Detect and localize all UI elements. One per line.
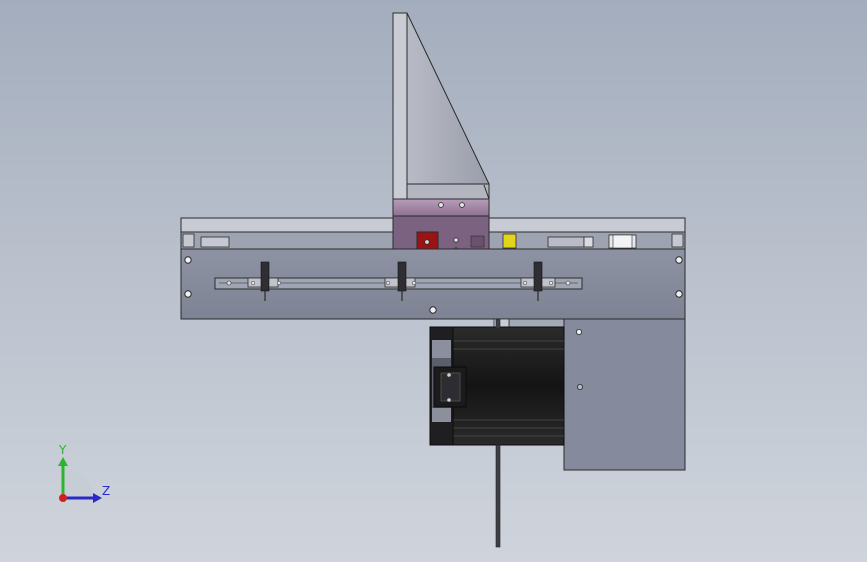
z-axis-label: Z <box>102 484 110 498</box>
triad-plane-icon <box>63 468 93 498</box>
mount-hole <box>429 306 437 314</box>
cad-viewport[interactable]: Y Z <box>0 0 867 562</box>
mount-hole <box>184 256 192 264</box>
slider-carriage[interactable] <box>392 198 490 256</box>
x-axis-dot-icon <box>59 494 67 502</box>
motor-bracket-plate[interactable] <box>563 318 686 471</box>
mount-hole <box>675 256 683 264</box>
sensor-block[interactable] <box>502 233 517 249</box>
lead-screw[interactable] <box>495 444 501 548</box>
mount-hole <box>184 290 192 298</box>
stepper-motor[interactable] <box>429 326 565 446</box>
assembly-model[interactable] <box>0 0 867 562</box>
y-axis-label: Y <box>58 443 67 457</box>
axis-triad: Y Z <box>40 438 120 518</box>
gusset-bracket[interactable] <box>392 12 490 200</box>
mount-hole <box>675 290 683 298</box>
shaft-top <box>495 318 501 329</box>
